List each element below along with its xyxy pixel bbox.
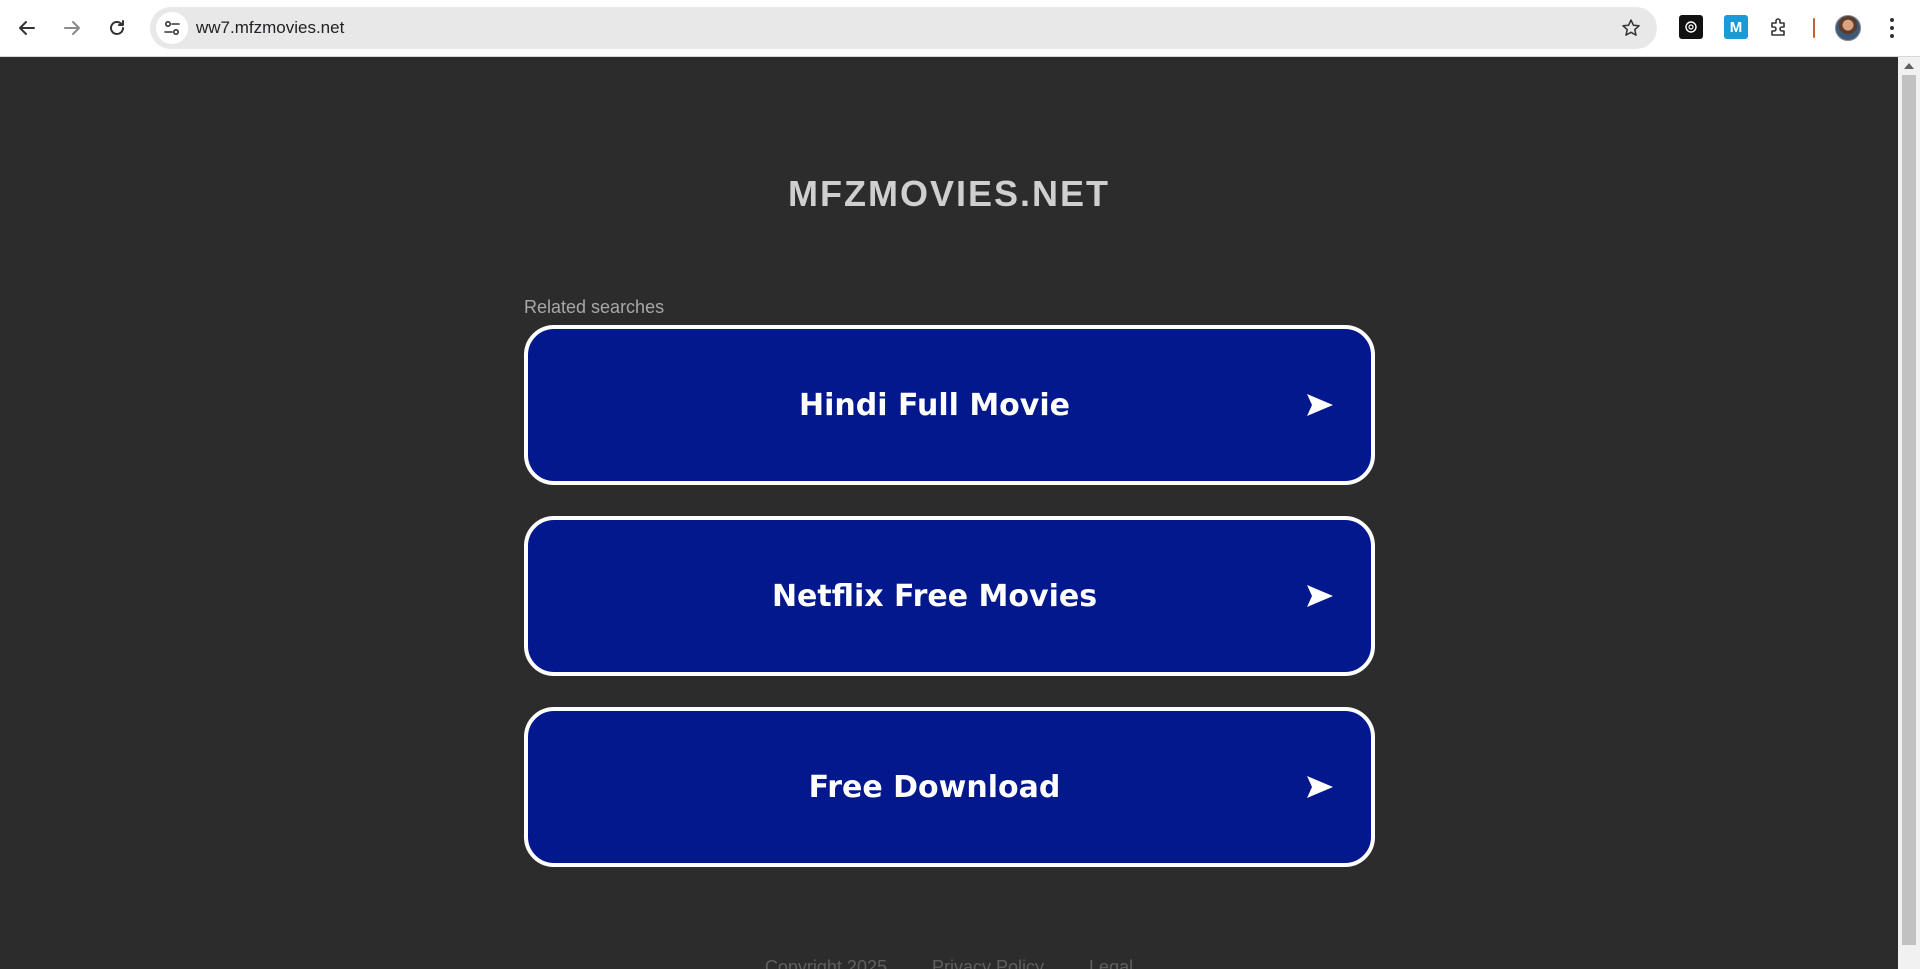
puzzle-icon (1771, 18, 1785, 36)
extension-1-button[interactable] (1679, 15, 1703, 39)
extensions-button[interactable] (1767, 15, 1791, 39)
browser-menu-button[interactable] (1882, 16, 1902, 40)
toolbar-separator (1813, 18, 1815, 38)
footer-privacy-link[interactable]: Privacy Policy (932, 957, 1044, 969)
browser-toolbar: ww7.mfzmovies.net M (0, 0, 1920, 57)
search-button-netflix-free-movies[interactable]: Netflix Free Movies (524, 516, 1375, 676)
footer-copyright: Copyright 2025 (764, 957, 887, 969)
arrow-right-icon (1307, 585, 1333, 607)
page-content: MFZMOVIES.NET Related searches Hindi Ful… (0, 57, 1898, 969)
menu-dot-icon (1890, 26, 1894, 30)
arrow-right-icon (1307, 394, 1333, 416)
scrollbar-thumb[interactable] (1902, 75, 1916, 945)
search-button-label: Netflix Free Movies (771, 578, 1098, 614)
forward-button[interactable] (54, 10, 90, 46)
extension-m-letter: M (1729, 18, 1743, 36)
related-searches-label: Related searches (524, 297, 665, 317)
arrow-right-icon (64, 21, 80, 35)
page-scrollbar[interactable] (1898, 57, 1920, 969)
footer-legal-link[interactable]: Legal (1089, 957, 1133, 969)
site-info-button[interactable] (156, 12, 188, 44)
footer: Copyright 2025 Privacy Policy Legal (0, 957, 1898, 969)
search-button-hindi-full-movie[interactable]: Hindi Full Movie (524, 325, 1375, 485)
scroll-up-arrow-icon[interactable] (1904, 63, 1914, 69)
address-bar[interactable]: ww7.mfzmovies.net (150, 7, 1657, 49)
reload-button[interactable] (99, 10, 135, 46)
profile-avatar[interactable] (1835, 15, 1861, 41)
tune-icon (164, 20, 180, 36)
arrow-left-icon (19, 21, 35, 35)
menu-dot-icon (1890, 18, 1894, 22)
arrow-right-icon (1307, 776, 1333, 798)
search-button-label: Free Download (808, 769, 1061, 805)
openai-icon (1685, 21, 1697, 33)
back-button[interactable] (9, 10, 45, 46)
search-button-label: Hindi Full Movie (799, 387, 1070, 423)
bookmark-star-button[interactable] (1619, 16, 1643, 40)
site-title: MFZMOVIES.NET (788, 173, 1110, 214)
star-icon (1622, 19, 1640, 36)
menu-dot-icon (1890, 34, 1894, 38)
search-button-free-download[interactable]: Free Download (524, 707, 1375, 867)
url-text[interactable]: ww7.mfzmovies.net (196, 7, 344, 49)
extension-2-button[interactable]: M (1724, 15, 1748, 39)
reload-icon (110, 20, 124, 35)
